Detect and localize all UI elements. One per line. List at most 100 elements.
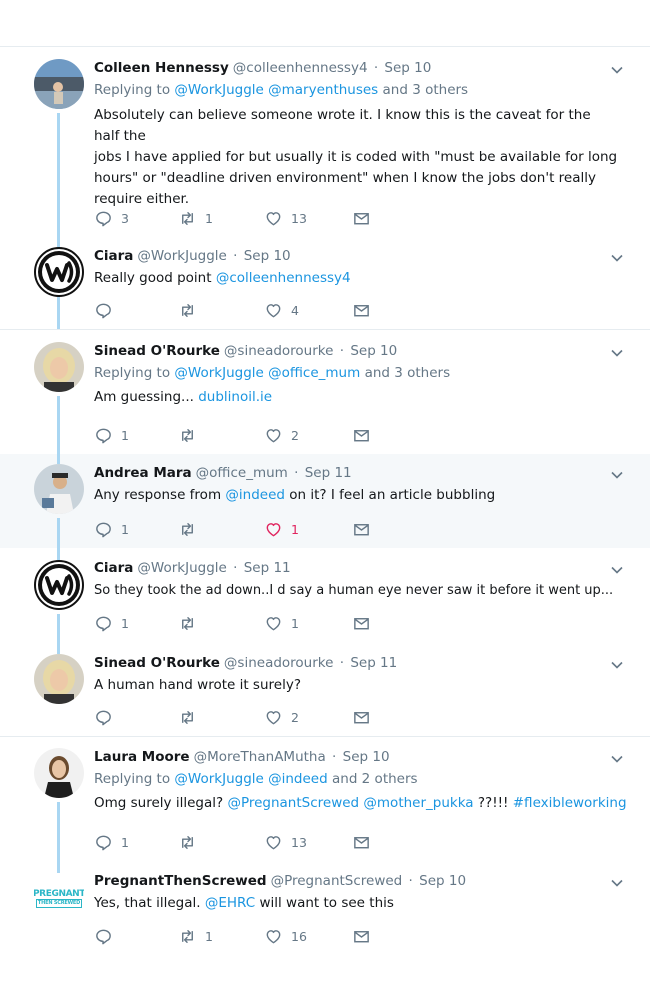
retweet-button[interactable]: 1 — [178, 208, 213, 228]
avatar[interactable] — [34, 59, 84, 109]
reply-button[interactable]: 1 — [94, 832, 129, 852]
timestamp[interactable]: Sep 11 — [305, 465, 352, 481]
mention-link[interactable]: @PregnantScrewed @mother_pukka — [227, 795, 473, 811]
retweet-button[interactable]: 1 — [178, 926, 213, 946]
reply-icon — [96, 211, 111, 226]
author-name[interactable]: Sinead O'Rourke — [94, 343, 220, 359]
timestamp[interactable]: Sep 10 — [384, 60, 431, 76]
direct-message-button[interactable] — [352, 425, 379, 445]
like-button[interactable]: 16 — [264, 926, 307, 946]
direct-message-button[interactable] — [352, 208, 379, 228]
workjuggle-logo-icon[interactable] — [34, 247, 84, 297]
author-name[interactable]: Colleen Hennessy — [94, 60, 229, 76]
tweet-sinead-orourke-2[interactable]: Sinead O'Rourke @sineadorourke · Sep 11 A… — [0, 644, 650, 736]
mention-link[interactable]: @EHRC — [205, 895, 255, 911]
timestamp[interactable]: Sep 10 — [244, 248, 291, 264]
author-name[interactable]: Sinead O'Rourke — [94, 655, 220, 671]
like-button[interactable]: 13 — [264, 208, 307, 228]
direct-message-button[interactable] — [352, 832, 379, 852]
author-handle[interactable]: @WorkJuggle — [137, 560, 226, 576]
author-name[interactable]: Andrea Mara — [94, 465, 192, 481]
like-button[interactable]: 2 — [264, 707, 299, 727]
tweet-text: Yes, that illegal. @EHRC will want to se… — [94, 895, 394, 911]
avatar[interactable] — [34, 342, 84, 392]
retweet-button[interactable] — [178, 613, 205, 633]
tweet-text: Omg surely illegal? @PregnantScrewed @mo… — [94, 795, 627, 811]
chevron-down-icon[interactable] — [610, 563, 624, 577]
like-button[interactable]: 13 — [264, 832, 307, 852]
retweet-button[interactable] — [178, 832, 205, 852]
author-name[interactable]: Laura Moore — [94, 749, 190, 765]
author-handle[interactable]: @colleenhennessy4 — [233, 60, 368, 76]
tweet-pregnantthenscrewed[interactable]: PREGNANT THEN SCREWED PregnantThenScrewe… — [0, 861, 650, 971]
like-button[interactable]: 2 — [264, 425, 299, 445]
timestamp[interactable]: Sep 11 — [350, 655, 397, 671]
direct-message-button[interactable] — [352, 300, 379, 320]
tweet-ciara-1[interactable]: Ciara @WorkJuggle · Sep 10 Really good po… — [0, 233, 650, 329]
direct-message-button[interactable] — [352, 926, 379, 946]
replying-mentions[interactable]: @WorkJuggle @indeed — [174, 771, 327, 787]
avatar[interactable] — [34, 464, 84, 514]
tweet-sinead-orourke-1[interactable]: Sinead O'Rourke @sineadorourke · Sep 10 R… — [0, 330, 650, 454]
reply-button[interactable] — [94, 707, 121, 727]
mention-link[interactable]: @indeed — [225, 487, 285, 503]
chevron-down-icon[interactable] — [610, 658, 624, 672]
author-handle[interactable]: @WorkJuggle — [137, 248, 226, 264]
author-handle[interactable]: @office_mum — [196, 465, 288, 481]
timestamp[interactable]: Sep 11 — [244, 560, 291, 576]
mention-link[interactable]: @colleenhennessy4 — [216, 270, 351, 286]
reply-button[interactable]: 3 — [94, 208, 129, 228]
tweet-actions: 4 — [94, 300, 394, 320]
retweet-button[interactable] — [178, 707, 205, 727]
like-button[interactable]: 1 — [264, 613, 299, 633]
tweet-andrea-mara[interactable]: Andrea Mara @office_mum · Sep 11 Any resp… — [0, 454, 650, 548]
pregnant-then-screwed-logo-icon[interactable]: PREGNANT THEN SCREWED — [34, 873, 84, 923]
chevron-down-icon[interactable] — [610, 63, 624, 77]
author-name[interactable]: PregnantThenScrewed — [94, 873, 267, 889]
author-handle[interactable]: @sineadorourke — [224, 343, 334, 359]
tweet-actions: 1 16 — [94, 926, 394, 946]
retweet-button[interactable] — [178, 300, 205, 320]
replying-mentions[interactable]: @WorkJuggle @maryenthuses — [174, 82, 378, 98]
author-handle[interactable]: @PregnantScrewed — [271, 873, 403, 889]
hashtag-link[interactable]: #flexibleworking — [513, 795, 627, 811]
thread-line — [57, 861, 60, 873]
reply-button[interactable] — [94, 926, 121, 946]
direct-message-button[interactable] — [352, 707, 379, 727]
tweet-laura-moore[interactable]: Laura Moore @MoreThanAMutha · Sep 10 Repl… — [0, 737, 650, 861]
chevron-down-icon[interactable] — [610, 251, 624, 265]
author-name[interactable]: Ciara — [94, 560, 133, 576]
envelope-icon — [354, 711, 369, 723]
chevron-down-icon[interactable] — [610, 752, 624, 766]
timestamp[interactable]: Sep 10 — [350, 343, 397, 359]
avatar[interactable] — [34, 654, 84, 704]
chevron-down-icon[interactable] — [610, 876, 624, 890]
tweet-ciara-2[interactable]: Ciara @WorkJuggle · Sep 11 So they took t… — [0, 548, 650, 644]
link[interactable]: dublinoil.ie — [198, 389, 272, 405]
workjuggle-logo-icon[interactable] — [34, 560, 84, 610]
replying-mentions[interactable]: @WorkJuggle @office_mum — [174, 365, 360, 381]
tweet-text: A human hand wrote it surely? — [94, 677, 301, 693]
reply-button[interactable]: 1 — [94, 425, 129, 445]
timestamp[interactable]: Sep 10 — [419, 873, 466, 889]
reply-button[interactable]: 1 — [94, 613, 129, 633]
direct-message-button[interactable] — [352, 613, 379, 633]
retweet-icon — [182, 929, 193, 943]
tweet-actions: 1 2 — [94, 425, 394, 445]
author-name[interactable]: Ciara — [94, 248, 133, 264]
avatar[interactable] — [34, 748, 84, 798]
reply-button[interactable] — [94, 300, 121, 320]
retweet-button[interactable] — [178, 519, 205, 539]
like-button[interactable]: 1 — [264, 519, 299, 539]
chevron-down-icon[interactable] — [610, 346, 624, 360]
chevron-down-icon[interactable] — [610, 468, 624, 482]
like-button[interactable]: 4 — [264, 300, 299, 320]
author-handle[interactable]: @sineadorourke — [224, 655, 334, 671]
tweet-actions: 1 13 — [94, 832, 394, 852]
reply-button[interactable]: 1 — [94, 519, 129, 539]
thread-line — [57, 454, 60, 464]
retweet-button[interactable] — [178, 425, 205, 445]
author-handle[interactable]: @MoreThanAMutha — [194, 749, 326, 765]
timestamp[interactable]: Sep 10 — [343, 749, 390, 765]
direct-message-button[interactable] — [352, 519, 379, 539]
